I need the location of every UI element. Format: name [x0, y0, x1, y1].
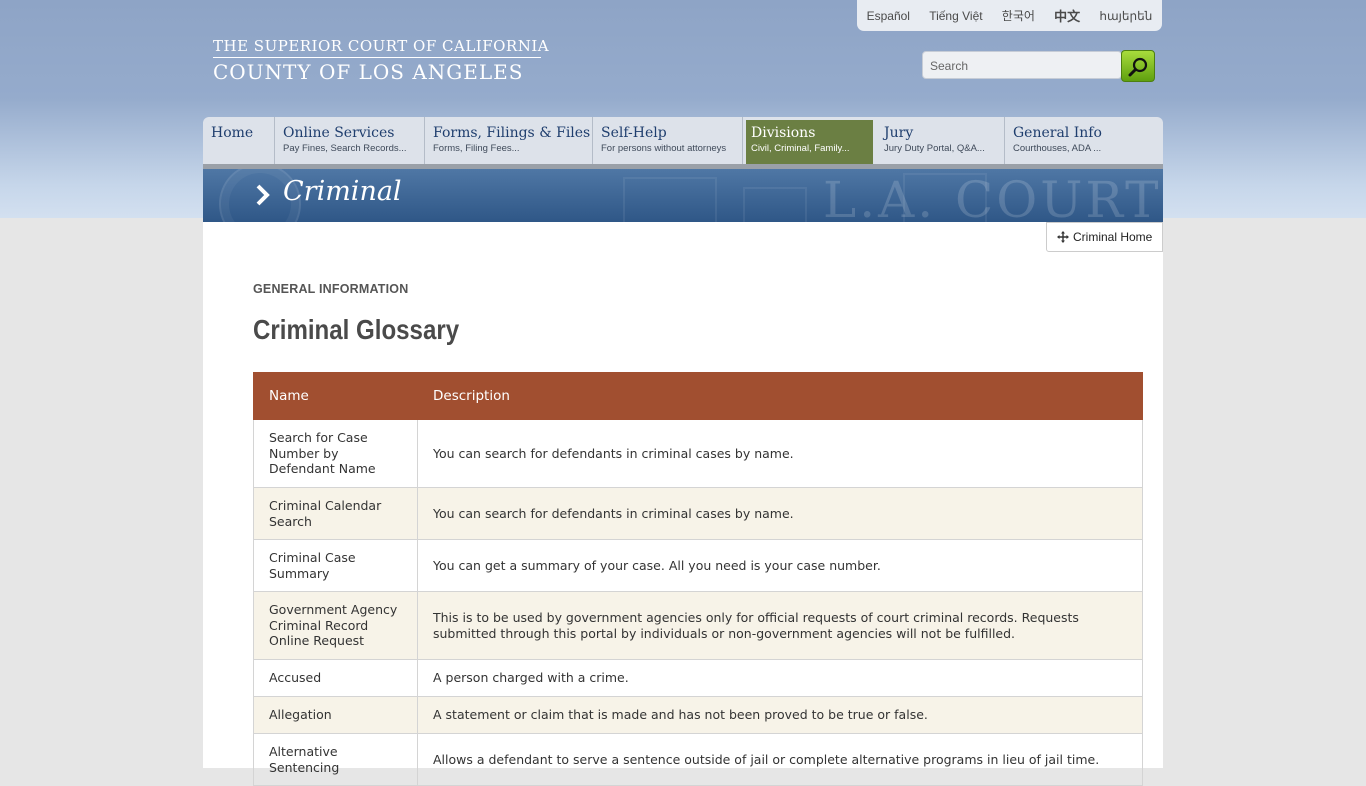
- table-row: Alternative Sentencing Allows a defendan…: [253, 733, 1143, 786]
- term-description: Allows a defendant to serve a sentence o…: [417, 733, 1143, 786]
- nav-jury-sub: Jury Duty Portal, Q&A...: [884, 143, 985, 154]
- search-input[interactable]: Search: [922, 51, 1122, 79]
- term-name[interactable]: Search for Case Number by Defendant Name: [253, 419, 418, 488]
- banner-watermark: L.A. COURT: [823, 171, 1162, 222]
- nav-divisions[interactable]: Divisions Civil, Criminal, Family...: [743, 117, 876, 164]
- language-spanish[interactable]: Español: [867, 9, 910, 23]
- term-name: Allegation: [253, 696, 418, 734]
- section-title: Criminal: [283, 176, 402, 207]
- nav-self-help-title: Self-Help: [601, 125, 667, 141]
- table-row: Criminal Calendar Search You can search …: [253, 487, 1143, 540]
- main-nav: Home Online Services Pay Fines, Search R…: [203, 117, 1163, 169]
- table-header-row: Name Description: [253, 372, 1143, 420]
- column-header-name: Name: [253, 372, 418, 420]
- banner-decoration: [743, 187, 807, 222]
- court-logo[interactable]: THE SUPERIOR COURT OF CALIFORNIA COUNTY …: [213, 37, 549, 83]
- nav-general-info-title: General Info: [1013, 125, 1102, 141]
- table-row: Criminal Case Summary You can get a summ…: [253, 539, 1143, 592]
- banner-decoration: [623, 177, 717, 222]
- nav-forms-title: Forms, Filings & Files: [433, 125, 591, 141]
- term-description: You can get a summary of your case. All …: [417, 539, 1143, 592]
- table-row: Government Agency Criminal Record Online…: [253, 591, 1143, 660]
- nav-self-help-sub: For persons without attorneys: [601, 143, 727, 154]
- column-header-description: Description: [417, 372, 1143, 420]
- criminal-home-label: Criminal Home: [1073, 230, 1153, 244]
- language-bar: Español Tiếng Việt 한국어 中文 հայերեն: [857, 0, 1162, 31]
- nav-online-services-title: Online Services: [283, 125, 395, 141]
- glossary-table: Name Description Search for Case Number …: [253, 372, 1143, 786]
- term-name[interactable]: Criminal Case Summary: [253, 539, 418, 592]
- main-content: Criminal Home GENERAL INFORMATION Crimin…: [203, 222, 1163, 786]
- term-description: You can search for defendants in crimina…: [417, 419, 1143, 488]
- nav-general-info[interactable]: General Info Courthouses, ADA ...: [1005, 117, 1163, 164]
- logo-divider: [213, 57, 541, 58]
- nav-self-help[interactable]: Self-Help For persons without attorneys: [593, 117, 743, 164]
- language-chinese[interactable]: 中文: [1054, 6, 1080, 25]
- logo-line-2: COUNTY OF LOS ANGELES: [213, 60, 524, 84]
- term-description: A person charged with a crime.: [417, 659, 1143, 697]
- language-vietnamese[interactable]: Tiếng Việt: [929, 9, 982, 23]
- nav-general-info-sub: Courthouses, ADA ...: [1013, 143, 1102, 154]
- nav-online-services-sub: Pay Fines, Search Records...: [283, 143, 407, 154]
- nav-online-services[interactable]: Online Services Pay Fines, Search Record…: [275, 117, 425, 164]
- table-row: Allegation A statement or claim that is …: [253, 696, 1143, 734]
- section-banner: L.A. COURT Criminal: [203, 169, 1163, 222]
- term-name[interactable]: Government Agency Criminal Record Online…: [253, 591, 418, 660]
- language-armenian[interactable]: հայերեն: [1099, 9, 1152, 23]
- nav-divisions-sub: Civil, Criminal, Family...: [751, 143, 850, 154]
- nav-jury[interactable]: Jury Jury Duty Portal, Q&A...: [876, 117, 1005, 164]
- term-name: Accused: [253, 659, 418, 697]
- table-row: Search for Case Number by Defendant Name…: [253, 419, 1143, 488]
- term-description: A statement or claim that is made and ha…: [417, 696, 1143, 734]
- nav-forms-sub: Forms, Filing Fees...: [433, 143, 520, 154]
- criminal-home-button[interactable]: Criminal Home: [1046, 222, 1163, 252]
- term-name[interactable]: Criminal Calendar Search: [253, 487, 418, 540]
- term-description: This is to be used by government agencie…: [417, 591, 1143, 660]
- search-icon: [1128, 57, 1148, 77]
- chevron-right-icon: [256, 184, 270, 206]
- logo-line-1: THE SUPERIOR COURT OF CALIFORNIA: [213, 37, 550, 55]
- term-name: Alternative Sentencing: [253, 733, 418, 786]
- section-label: GENERAL INFORMATION: [253, 282, 409, 296]
- nav-home[interactable]: Home: [203, 117, 275, 164]
- move-arrows-icon: [1057, 231, 1069, 243]
- term-description: You can search for defendants in crimina…: [417, 487, 1143, 540]
- search-button[interactable]: [1121, 50, 1155, 82]
- nav-jury-title: Jury: [884, 125, 914, 141]
- page-wrapper: THE SUPERIOR COURT OF CALIFORNIA COUNTY …: [203, 0, 1163, 786]
- nav-forms-filings[interactable]: Forms, Filings & Files Forms, Filing Fee…: [425, 117, 593, 164]
- language-korean[interactable]: 한국어: [1002, 7, 1035, 24]
- table-row: Accused A person charged with a crime.: [253, 659, 1143, 697]
- page-title: Criminal Glossary: [253, 314, 460, 345]
- nav-divisions-title: Divisions: [751, 125, 816, 141]
- nav-home-title: Home: [211, 125, 254, 141]
